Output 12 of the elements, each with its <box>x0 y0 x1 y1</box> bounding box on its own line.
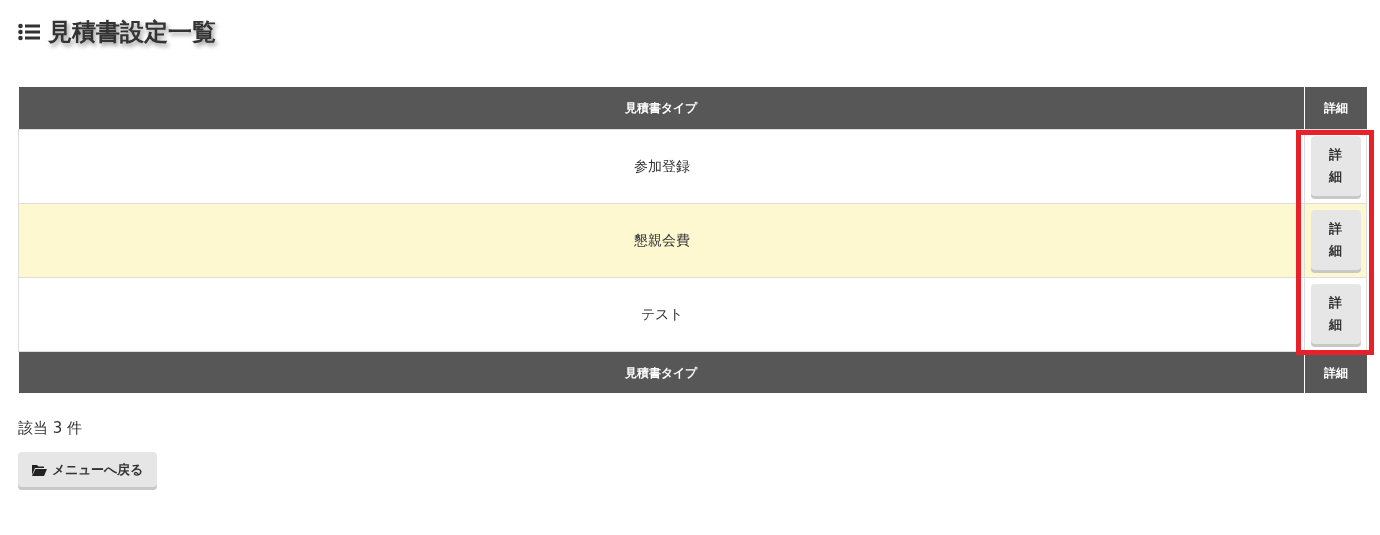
column-header: 見積書タイプ <box>18 87 1305 130</box>
details-button[interactable]: 詳細 <box>1310 136 1361 197</box>
column-header: 見積書タイプ <box>18 351 1305 394</box>
back-button[interactable]: メニューへ戻る <box>18 451 157 488</box>
details-button[interactable]: 詳細 <box>1310 284 1361 345</box>
result-count: 該当 3 件 <box>18 418 84 440</box>
table-cell: 懇親会費 <box>18 203 1305 278</box>
column-header: 詳細 <box>1304 87 1367 130</box>
list-icon <box>18 23 40 42</box>
folder-icon <box>32 463 47 476</box>
details-button[interactable]: 詳細 <box>1310 210 1361 271</box>
page-title: 見積書設定一覧 <box>48 18 216 47</box>
